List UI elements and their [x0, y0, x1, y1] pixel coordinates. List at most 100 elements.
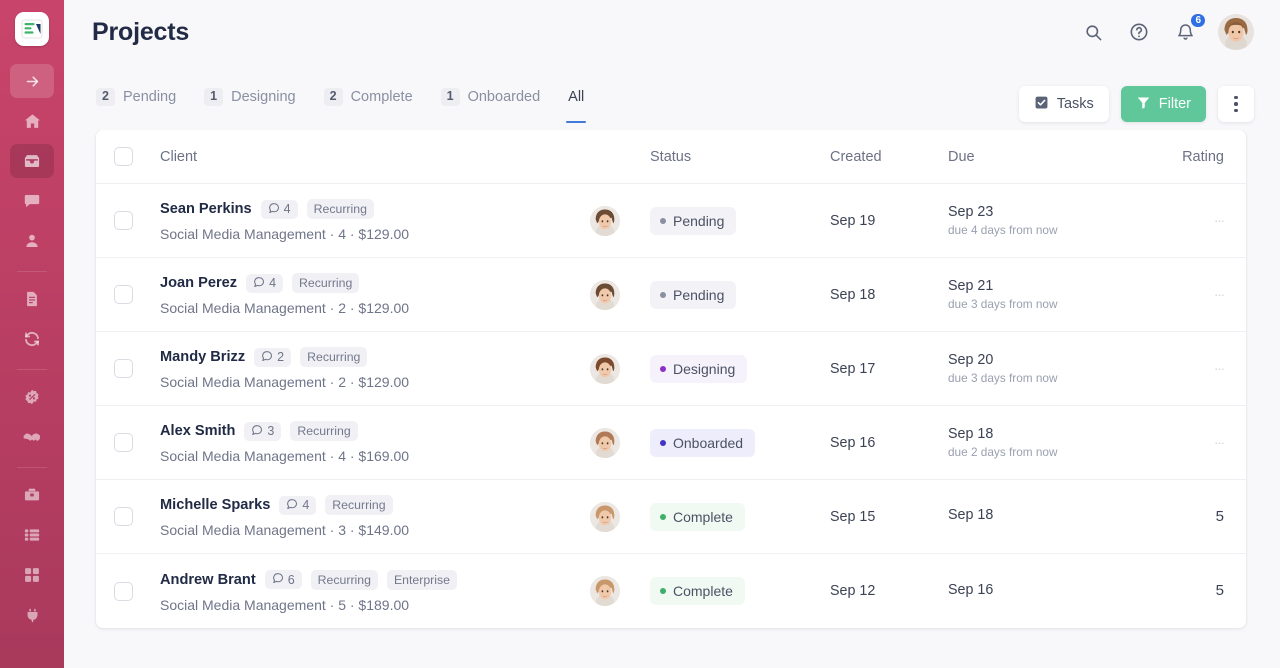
tab-label: All — [568, 89, 585, 105]
avatar[interactable] — [1218, 14, 1254, 50]
rating-value: 5 — [1215, 582, 1224, 599]
table-row[interactable]: Mandy Brizz 2 Recurring Social Media Manage… — [96, 332, 1246, 406]
due-date: Sep 21 — [948, 278, 994, 294]
client-name[interactable]: Mandy Brizz — [160, 349, 245, 365]
status-badge[interactable]: Complete — [650, 502, 745, 531]
table-row[interactable]: Joan Perez 4 Recurring Social Media Managem… — [96, 258, 1246, 332]
tab-all[interactable]: All — [554, 79, 598, 129]
tab-complete[interactable]: 2 Complete — [310, 79, 427, 129]
sidebar-item-lists[interactable] — [10, 518, 54, 552]
comment-count-pill[interactable]: 6 — [264, 570, 302, 589]
status-badge[interactable]: Designing — [650, 354, 748, 383]
row-checkbox[interactable] — [114, 211, 133, 230]
tab-count: 1 — [440, 88, 460, 106]
created-cell: Sep 19 — [830, 212, 948, 230]
client-name[interactable]: Michelle Sparks — [160, 497, 270, 513]
comment-count-pill[interactable]: 2 — [254, 347, 292, 367]
column-header-client[interactable]: Client — [160, 149, 590, 165]
row-avatar[interactable] — [590, 205, 620, 236]
help-circle-icon[interactable] — [1126, 19, 1152, 45]
filter-button-label: Filter — [1158, 96, 1191, 112]
due-date: Sep 23 — [948, 204, 994, 220]
row-avatar[interactable] — [590, 279, 620, 310]
table-row[interactable]: Alex Smith 3 Recurring Social Media Managem… — [96, 406, 1246, 480]
tasks-button[interactable]: Tasks — [1018, 86, 1109, 122]
sidebar-item-recurring[interactable] — [10, 322, 54, 356]
due-cell: Sep 23 due 4 days from now — [948, 204, 1138, 237]
due-date: Sep 18 — [948, 507, 994, 523]
sidebar-item-partners[interactable] — [10, 420, 54, 454]
sidebar-item-documents[interactable] — [10, 282, 54, 316]
row-checkbox[interactable] — [114, 285, 133, 304]
client-name[interactable]: Alex Smith — [160, 423, 235, 439]
rating-cell: ··· — [1138, 360, 1225, 378]
rating-cell: 5 — [1138, 508, 1224, 526]
filter-button[interactable]: Filter — [1120, 86, 1206, 122]
client-cell: Michelle Sparks 4 Recurring Social Media Ma… — [160, 495, 590, 538]
table-row[interactable]: Sean Perkins 4 Recurring Social Media Manag… — [96, 184, 1246, 258]
column-header-created[interactable]: Created — [830, 149, 948, 165]
header-actions: 6 — [1080, 12, 1254, 50]
client-tag: Recurring — [325, 495, 393, 515]
row-avatar[interactable] — [590, 353, 620, 384]
comment-count: 3 — [267, 424, 275, 438]
table-container: Client Status Created Due Rating Sean Pe… — [64, 130, 1280, 668]
sidebar-item-contacts[interactable] — [10, 224, 54, 258]
status-badge[interactable]: Complete — [650, 577, 745, 605]
tab-onboarded[interactable]: 1 Onboarded — [427, 79, 555, 129]
sidebar-divider-3 — [17, 467, 47, 468]
toolbox-icon — [23, 486, 41, 504]
comment-count-pill[interactable]: 4 — [260, 199, 298, 219]
comment-count-pill[interactable]: 4 — [246, 273, 284, 293]
toolbar-actions: Tasks Filter — [1018, 86, 1254, 122]
sidebar-item-home[interactable] — [10, 104, 54, 138]
client-subtitle: Social Media Management · 4 · $129.00 — [160, 226, 410, 242]
column-header-status[interactable]: Status — [650, 149, 830, 165]
sidebar-item-messages[interactable] — [10, 184, 54, 218]
sidebar-item-plugins[interactable] — [10, 598, 54, 632]
column-header-rating[interactable]: Rating — [1138, 149, 1224, 165]
more-options-button[interactable] — [1218, 86, 1254, 122]
status-label: Pending — [673, 212, 725, 229]
tab-pending[interactable]: 2 Pending — [92, 79, 190, 129]
table-row[interactable]: Andrew Brant 6 Recurring Enterprise Social M… — [96, 554, 1246, 628]
status-badge[interactable]: Pending — [650, 280, 737, 309]
status-dot-icon — [660, 365, 666, 372]
inbox-icon — [22, 151, 42, 171]
sidebar-item-discounts[interactable] — [10, 380, 54, 414]
row-checkbox[interactable] — [114, 507, 133, 526]
comment-count-pill[interactable]: 3 — [244, 421, 282, 441]
select-all-checkbox[interactable] — [114, 147, 133, 166]
sidebar-item-tools[interactable] — [10, 478, 54, 512]
plug-icon — [24, 607, 41, 624]
row-avatar[interactable] — [590, 427, 620, 458]
tab-designing[interactable]: 1 Designing — [190, 79, 309, 129]
search-icon[interactable] — [1080, 19, 1106, 45]
client-name[interactable]: Joan Perez — [160, 275, 237, 291]
column-header-due[interactable]: Due — [948, 149, 1138, 165]
sidebar-item-inbox[interactable] — [10, 144, 54, 178]
comment-count: 4 — [269, 276, 277, 290]
status-badge[interactable]: Pending — [650, 206, 737, 235]
client-name[interactable]: Sean Perkins — [160, 201, 252, 217]
sidebar-item-collapse[interactable] — [10, 64, 54, 98]
comment-bubble-icon — [261, 350, 273, 365]
client-name[interactable]: Andrew Brant — [160, 572, 256, 588]
created-date: Sep 12 — [830, 583, 876, 599]
table-row[interactable]: Michelle Sparks 4 Recurring Social Media Ma… — [96, 480, 1246, 554]
sidebar-item-grid[interactable] — [10, 558, 54, 592]
status-label: Complete — [673, 508, 733, 525]
app-logo-icon[interactable] — [15, 12, 49, 46]
status-dot-icon — [660, 291, 666, 298]
comment-count-pill[interactable]: 4 — [279, 495, 317, 515]
bell-icon[interactable]: 6 — [1172, 12, 1207, 45]
row-checkbox[interactable] — [114, 359, 133, 378]
row-avatar[interactable] — [590, 576, 620, 606]
row-checkbox[interactable] — [114, 581, 133, 601]
created-cell: Sep 18 — [830, 286, 948, 304]
row-checkbox[interactable] — [114, 433, 133, 452]
status-badge[interactable]: Onboarded — [650, 428, 756, 457]
client-tag: Recurring — [306, 199, 374, 219]
row-avatar[interactable] — [590, 501, 620, 532]
comment-count: 4 — [302, 498, 310, 512]
